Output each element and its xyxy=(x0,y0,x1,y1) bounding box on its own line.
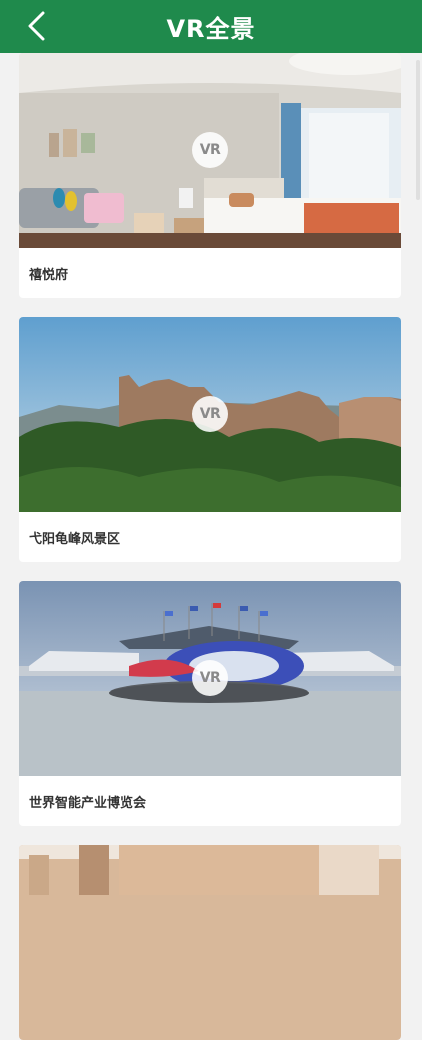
panorama-thumbnail: VR xyxy=(19,53,401,248)
page-title: VR全景 xyxy=(166,15,256,43)
panorama-thumbnail: VR xyxy=(19,581,401,776)
header-bar: VR全景 xyxy=(0,0,422,53)
vr-badge: VR xyxy=(192,660,228,696)
panorama-thumbnail: VR xyxy=(19,317,401,512)
chevron-left-icon xyxy=(28,11,45,41)
vr-card-xiyuefu[interactable]: VR 禧悦府 xyxy=(19,53,401,298)
vr-card-guifeng[interactable]: VR 弋阳龟峰风景区 xyxy=(19,317,401,562)
back-button[interactable] xyxy=(22,10,52,42)
panorama-thumbnail xyxy=(19,845,401,1040)
vr-badge: VR xyxy=(192,396,228,432)
vr-card-partial[interactable] xyxy=(19,845,401,1040)
card-title: 弋阳龟峰风景区 xyxy=(29,531,121,547)
scrollbar[interactable] xyxy=(416,60,420,200)
card-title: 禧悦府 xyxy=(29,267,69,283)
card-title: 世界智能产业博览会 xyxy=(29,795,147,811)
vr-badge: VR xyxy=(192,132,228,168)
vr-card-expo[interactable]: VR 世界智能产业博览会 xyxy=(19,581,401,826)
